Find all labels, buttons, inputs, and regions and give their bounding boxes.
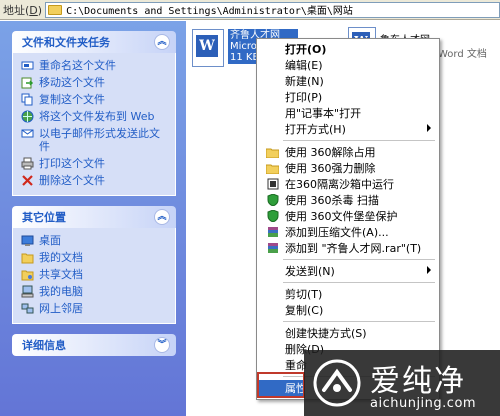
menu-item-copy[interactable]: 复制(C) bbox=[259, 302, 437, 318]
rename-icon bbox=[21, 59, 34, 72]
submenu-arrow-icon bbox=[427, 266, 431, 274]
menu-separator bbox=[283, 259, 435, 260]
chevron-up-icon[interactable]: ︽ bbox=[154, 34, 170, 50]
details-header[interactable]: 详细信息 ︾ bbox=[12, 334, 176, 356]
archive-icon bbox=[266, 242, 279, 254]
task-delete[interactable]: 删除这个文件 bbox=[21, 172, 169, 189]
menu-item-open[interactable]: 打开(O) bbox=[259, 41, 437, 57]
chevron-up-icon[interactable]: ︽ bbox=[154, 209, 170, 225]
word-doc-icon: W bbox=[192, 29, 224, 67]
watermark-logo-icon bbox=[313, 359, 361, 407]
context-menu: 打开(O) 编辑(E) 新建(N) 打印(P) 用"记事本"打开 打开方式(H)… bbox=[256, 38, 440, 400]
address-path: C:\Documents and Settings\Administrator\… bbox=[66, 6, 353, 17]
other-places-panel: 其它位置 ︽ 桌面 我的文档 共享文档 我的电脑 网上邻居 bbox=[12, 206, 176, 324]
highlight-box bbox=[257, 372, 305, 398]
file-type: Word 文档 bbox=[438, 49, 487, 60]
watermark-url: aichunjing.com bbox=[370, 396, 477, 411]
archive-icon bbox=[266, 226, 279, 238]
file-tasks-panel: 文件和文件夹任务 ︽ 重命名这个文件 移动这个文件 复制这个文件 将这个文件发布… bbox=[12, 31, 176, 196]
file-tasks-title: 文件和文件夹任务 bbox=[22, 36, 110, 49]
menu-item-create-shortcut[interactable]: 创建快捷方式(S) bbox=[259, 325, 437, 341]
address-label: 地址(D) bbox=[3, 3, 43, 17]
details-title: 详细信息 bbox=[22, 339, 66, 352]
print-icon bbox=[21, 157, 34, 170]
place-my-computer[interactable]: 我的电脑 bbox=[21, 283, 169, 300]
address-bar: 地址(D) C:\Documents and Settings\Administ… bbox=[0, 0, 500, 20]
task-copy[interactable]: 复制这个文件 bbox=[21, 91, 169, 108]
address-input[interactable]: C:\Documents and Settings\Administrator\… bbox=[45, 1, 500, 18]
my-computer-icon bbox=[21, 285, 34, 298]
watermark: 爱纯净 aichunjing.com bbox=[304, 350, 500, 416]
menu-separator bbox=[283, 140, 435, 141]
task-pane: 文件和文件夹任务 ︽ 重命名这个文件 移动这个文件 复制这个文件 将这个文件发布… bbox=[0, 21, 186, 416]
file-tasks-body: 重命名这个文件 移动这个文件 复制这个文件 将这个文件发布到 Web 以电子邮件… bbox=[12, 53, 176, 196]
menu-item-360-scan[interactable]: 使用 360杀毒 扫描 bbox=[259, 192, 437, 208]
network-icon bbox=[21, 302, 34, 315]
chevron-down-icon[interactable]: ︾ bbox=[154, 337, 170, 353]
sandbox-icon bbox=[266, 178, 279, 190]
other-places-title: 其它位置 bbox=[22, 211, 66, 224]
menu-item-360-unlock[interactable]: 使用 360解除占用 bbox=[259, 144, 437, 160]
desktop-icon bbox=[21, 234, 34, 247]
web-publish-icon bbox=[21, 110, 34, 123]
menu-item-send-to[interactable]: 发送到(N) bbox=[259, 263, 437, 279]
menu-item-open-notepad[interactable]: 用"记事本"打开 bbox=[259, 105, 437, 121]
place-shared-documents[interactable]: 共享文档 bbox=[21, 266, 169, 283]
shield-icon bbox=[266, 194, 279, 206]
place-network[interactable]: 网上邻居 bbox=[21, 300, 169, 317]
submenu-arrow-icon bbox=[427, 124, 431, 132]
task-move[interactable]: 移动这个文件 bbox=[21, 74, 169, 91]
menu-item-open-with[interactable]: 打开方式(H) bbox=[259, 121, 437, 137]
other-places-header[interactable]: 其它位置 ︽ bbox=[12, 206, 176, 228]
copy-icon bbox=[21, 93, 34, 106]
menu-item-edit[interactable]: 编辑(E) bbox=[259, 57, 437, 73]
other-places-body: 桌面 我的文档 共享文档 我的电脑 网上邻居 bbox=[12, 228, 176, 324]
shared-documents-icon bbox=[21, 268, 34, 281]
place-my-documents[interactable]: 我的文档 bbox=[21, 249, 169, 266]
task-print[interactable]: 打印这个文件 bbox=[21, 155, 169, 172]
menu-separator bbox=[283, 321, 435, 322]
menu-item-print[interactable]: 打印(P) bbox=[259, 89, 437, 105]
file-tasks-header[interactable]: 文件和文件夹任务 ︽ bbox=[12, 31, 176, 53]
delete-icon bbox=[21, 174, 34, 187]
folder-icon bbox=[48, 4, 63, 15]
menu-item-add-rar[interactable]: 添加到 "齐鲁人才网.rar"(T) bbox=[259, 240, 437, 256]
task-publish-web[interactable]: 将这个文件发布到 Web bbox=[21, 108, 169, 125]
details-panel: 详细信息 ︾ bbox=[12, 334, 176, 356]
menu-item-new[interactable]: 新建(N) bbox=[259, 73, 437, 89]
email-icon bbox=[21, 127, 34, 140]
place-desktop[interactable]: 桌面 bbox=[21, 232, 169, 249]
my-documents-icon bbox=[21, 251, 34, 264]
menu-item-add-archive[interactable]: 添加到压缩文件(A)... bbox=[259, 224, 437, 240]
menu-item-360-protect[interactable]: 使用 360文件堡垒保护 bbox=[259, 208, 437, 224]
watermark-title: 爱纯净 bbox=[370, 364, 466, 399]
shield-icon bbox=[266, 210, 279, 222]
menu-item-360-sandbox[interactable]: 在360隔离沙箱中运行 bbox=[259, 176, 437, 192]
folder-icon bbox=[266, 146, 279, 158]
menu-separator bbox=[283, 282, 435, 283]
move-icon bbox=[21, 76, 34, 89]
menu-item-360-force-delete[interactable]: 使用 360强力删除 bbox=[259, 160, 437, 176]
task-email[interactable]: 以电子邮件形式发送此文件 bbox=[21, 125, 169, 155]
task-rename[interactable]: 重命名这个文件 bbox=[21, 57, 169, 74]
folder-icon bbox=[266, 162, 279, 174]
menu-item-cut[interactable]: 剪切(T) bbox=[259, 286, 437, 302]
